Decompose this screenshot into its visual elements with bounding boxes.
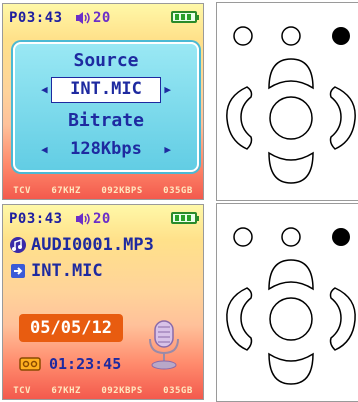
left-button[interactable]	[226, 287, 253, 351]
right-button[interactable]	[329, 287, 356, 351]
center-button[interactable]	[269, 297, 313, 341]
status-bar: P03:43 20	[9, 10, 199, 28]
elapsed-row: 01:23:45	[19, 355, 121, 373]
control-pad	[216, 2, 358, 201]
record-button[interactable]	[332, 228, 350, 246]
volume-level: 20	[93, 10, 111, 26]
right-button[interactable]	[329, 86, 356, 150]
info-footer: TCV 67KHZ 092KBPS 035GB	[3, 386, 203, 396]
left-button[interactable]	[226, 86, 253, 150]
footer-sample-rate: 67KHZ	[51, 186, 81, 196]
right-arrow-icon[interactable]: ▶	[164, 143, 171, 156]
button-2[interactable]	[281, 26, 301, 46]
source-label: Source	[73, 50, 139, 71]
footer-storage: 035GB	[163, 186, 193, 196]
volume-indicator: 20	[75, 10, 111, 26]
control-pad	[216, 203, 358, 402]
battery-icon	[171, 11, 199, 23]
down-button[interactable]	[268, 151, 314, 184]
status-bar: P03:43 20	[9, 211, 199, 229]
input-icon	[11, 264, 25, 278]
bitrate-value: 128Kbps	[70, 139, 142, 159]
file-name: AUDI0001.MP3	[31, 235, 154, 255]
time-display: P03:43	[9, 10, 63, 26]
up-button[interactable]	[268, 259, 314, 291]
footer-mode: TCV	[13, 186, 31, 196]
battery-icon	[171, 212, 199, 224]
tape-icon	[19, 357, 41, 371]
speaker-icon	[76, 213, 90, 225]
source-row: INT.MIC	[9, 261, 103, 281]
source-name: INT.MIC	[31, 261, 103, 281]
button-2[interactable]	[281, 227, 301, 247]
file-row: AUDI0001.MP3	[9, 235, 154, 255]
time-display: P03:43	[9, 211, 63, 227]
elapsed-time: 01:23:45	[49, 355, 122, 373]
center-button[interactable]	[269, 96, 313, 140]
footer-bitrate: 092KBPS	[101, 386, 143, 396]
source-value: INT.MIC	[70, 79, 142, 99]
footer-bitrate: 092KBPS	[101, 186, 143, 196]
bitrate-label: Bitrate	[68, 110, 144, 131]
settings-panel: Source ◀ INT.MIC ▶ Bitrate ◀ 128Kbps ▶	[13, 42, 199, 172]
volume-indicator: 20	[75, 211, 111, 227]
speaker-icon	[76, 12, 90, 24]
recording-date: 05/05/12	[19, 314, 123, 342]
footer-sample-rate: 67KHZ	[51, 386, 81, 396]
music-note-icon	[10, 237, 26, 253]
recorder-settings-screen: P03:43 20 Source ◀ INT.MIC ▶ Bitrate ◀ 1…	[2, 3, 204, 200]
info-footer: TCV 67KHZ 092KBPS 035GB	[3, 186, 203, 196]
footer-storage: 035GB	[163, 386, 193, 396]
up-button[interactable]	[268, 58, 314, 90]
volume-level: 20	[93, 211, 111, 227]
button-1[interactable]	[233, 26, 253, 46]
right-arrow-icon[interactable]: ▶	[164, 83, 171, 96]
recording-screen: P03:43 20 AUDI0001.MP3 INT.MIC 05/05/12	[2, 204, 204, 400]
microphone-icon	[149, 320, 179, 370]
record-button[interactable]	[332, 27, 350, 45]
down-button[interactable]	[268, 352, 314, 385]
button-1[interactable]	[233, 227, 253, 247]
footer-mode: TCV	[13, 386, 31, 396]
